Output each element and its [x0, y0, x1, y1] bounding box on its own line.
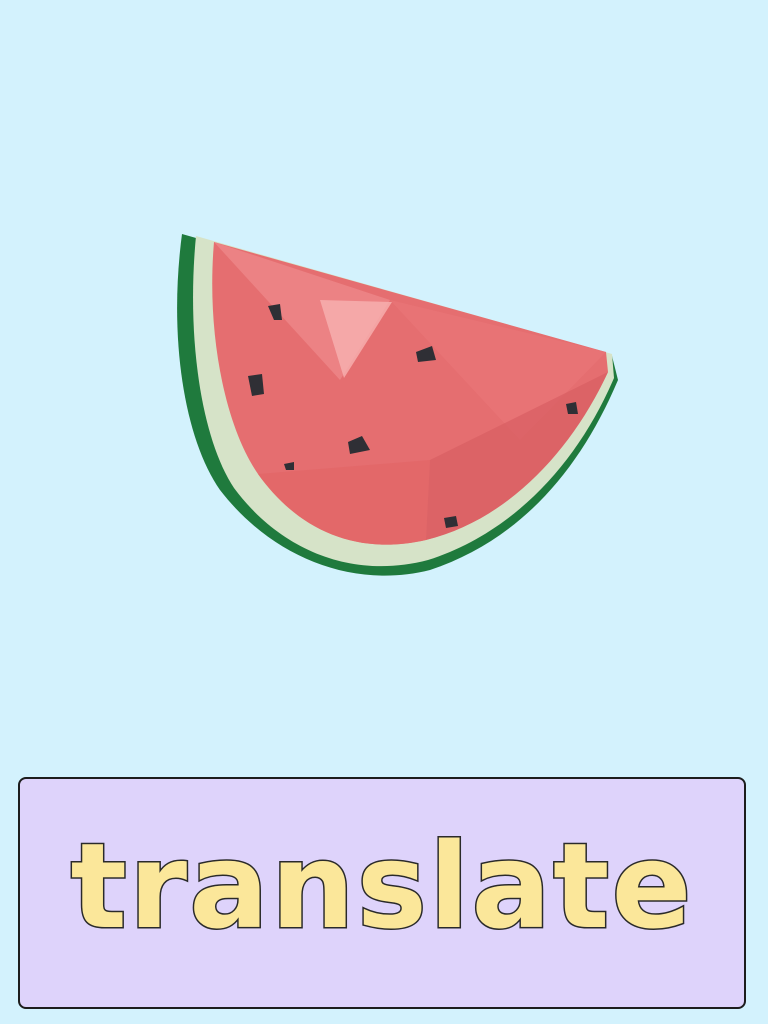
word-card-button[interactable]: translate: [18, 777, 746, 1009]
watermelon-slice-icon: [177, 234, 618, 576]
word-label: translate: [69, 817, 694, 955]
flashcard: translate: [0, 0, 768, 1024]
